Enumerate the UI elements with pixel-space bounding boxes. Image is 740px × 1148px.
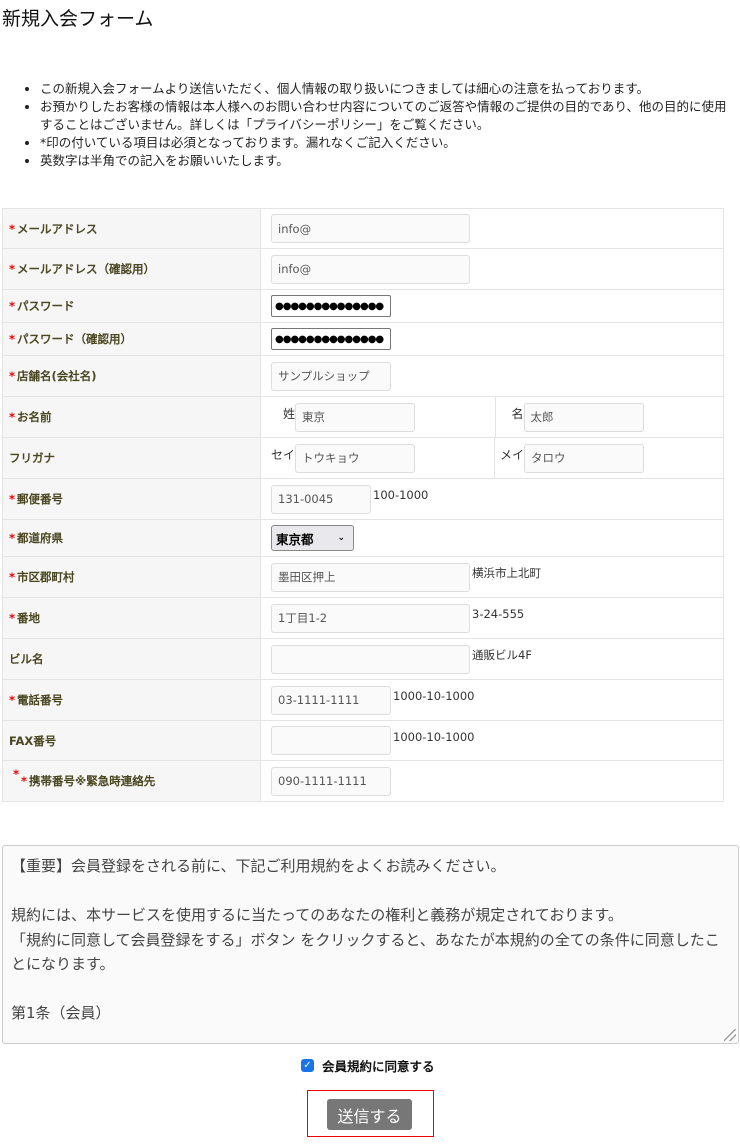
sei-kana-label: セイ: [271, 447, 296, 462]
zip-label: 郵便番号: [17, 492, 64, 506]
fax-label: FAX番号: [9, 733, 57, 748]
email-label: メールアドレス: [17, 221, 98, 236]
building-hint: 通販ビル4F: [472, 648, 532, 662]
prefecture-select[interactable]: 東京都 ⌄: [271, 525, 354, 551]
row-pref: * 都道府県 東京都 ⌄: [3, 520, 723, 557]
addr-hint: 3-24-555: [472, 607, 525, 621]
mobile-input[interactable]: 090-1111-1111: [271, 766, 391, 796]
resize-grip-icon[interactable]: [724, 1029, 736, 1041]
required-mark: *: [9, 221, 16, 236]
page-title: 新規入会フォーム: [2, 8, 154, 30]
submit-button[interactable]: 送信する: [327, 1099, 412, 1130]
city-hint: 横浜市上北町: [472, 566, 541, 580]
first-name-input[interactable]: 太郎: [523, 402, 644, 432]
row-kana: フリガナ セイ トウキョウ メイ タロウ: [3, 438, 723, 479]
email-confirm-input[interactable]: info@: [271, 254, 470, 284]
chevron-down-icon: ⌄: [337, 533, 345, 543]
first-name-kana-input[interactable]: タロウ: [524, 443, 645, 473]
required-mark: *: [9, 570, 16, 584]
row-password-confirm: * パスワード（確認用） ●●●●●●●●●●●●●●: [3, 323, 723, 356]
row-password: * パスワード ●●●●●●●●●●●●●●: [3, 290, 723, 323]
tel-label: 電話番号: [17, 693, 64, 707]
row-shop: * 店舗名(会社名) サンプルショップ: [3, 356, 723, 397]
shop-label: 店舗名(会社名): [17, 369, 97, 383]
required-mark: *: [9, 693, 16, 707]
building-input[interactable]: [271, 644, 470, 674]
mobile-label: 携帯番号※緊急時連絡先: [29, 774, 156, 788]
sei-label: 姓: [283, 406, 296, 421]
city-input[interactable]: 墨田区押上: [271, 562, 470, 592]
address-input[interactable]: 1丁目1-2: [271, 603, 470, 633]
submit-highlight: 送信する: [307, 1090, 434, 1137]
row-name: * お名前 姓東京 名太郎: [3, 397, 723, 438]
email-input[interactable]: info@: [271, 214, 470, 243]
zip-input[interactable]: 131-0045: [271, 484, 371, 514]
required-mark: *: [13, 767, 20, 781]
row-fax: FAX番号 1000-10-1000: [3, 721, 723, 761]
kana-label: フリガナ: [9, 451, 55, 465]
note: *印の付いている項目は必須となっております。漏れなくご記入ください。: [40, 134, 738, 152]
required-mark: *: [9, 410, 16, 424]
required-mark: *: [9, 611, 16, 625]
row-tel: * 電話番号 03-1111-1111 1000-10-1000: [3, 680, 723, 721]
city-label: 市区郡町村: [17, 570, 75, 584]
email-confirm-label: メールアドレス（確認用）: [17, 262, 156, 276]
note: 英数字は半角での記入をお願いいたします。: [40, 152, 738, 170]
required-mark: *: [21, 774, 28, 788]
note: この新規入会フォームより送信いただく、個人情報の取り扱いにつきましては細心の注意…: [40, 80, 738, 98]
required-mark: *: [9, 332, 16, 346]
row-mobile: * * 携帯番号※緊急時連絡先 090-1111-1111: [3, 761, 723, 802]
password-label: パスワード: [17, 299, 75, 313]
required-mark: *: [9, 492, 16, 506]
building-label: ビル名: [9, 652, 44, 666]
form-table: * メールアドレス info@ * メールアドレス（確認用） info@ * パスワード ●…: [2, 208, 724, 802]
checkbox-checked-icon[interactable]: ✓: [301, 1059, 314, 1072]
password-input[interactable]: ●●●●●●●●●●●●●●: [271, 295, 391, 317]
notes-list: この新規入会フォームより送信いただく、個人情報の取り扱いにつきましては細心の注意…: [26, 80, 738, 170]
shop-input[interactable]: サンプルショップ: [271, 361, 391, 391]
required-mark: *: [9, 531, 16, 545]
password-confirm-input[interactable]: ●●●●●●●●●●●●●●: [271, 328, 391, 350]
agree-label[interactable]: 会員規約に同意する: [322, 1056, 435, 1075]
password-confirm-label: パスワード（確認用）: [17, 332, 133, 346]
tel-hint: 1000-10-1000: [393, 689, 475, 703]
terms-textarea[interactable]: 【重要】会員登録をされる前に、下記ご利用規約をよくお読みください。 規約には、本…: [2, 845, 739, 1044]
zip-hint: 100-1000: [373, 488, 429, 502]
agree-checkbox-row[interactable]: ✓ 会員規約に同意する: [301, 1056, 435, 1075]
tel-input[interactable]: 03-1111-1111: [271, 685, 391, 715]
row-city: * 市区郡町村 墨田区押上 横浜市上北町: [3, 557, 723, 598]
name-label: お名前: [17, 410, 52, 424]
last-name-input[interactable]: 東京: [295, 402, 416, 432]
row-email: * メールアドレス info@: [3, 209, 723, 249]
row-building: ビル名 通販ビル4F: [3, 639, 723, 680]
fax-hint: 1000-10-1000: [393, 729, 475, 744]
pref-label: 都道府県: [17, 531, 64, 545]
note: お預かりしたお客様の情報は本人様へのお問い合わせ内容についてのご返答や情報のご提…: [40, 98, 738, 134]
prefecture-value: 東京都: [276, 531, 314, 547]
fax-input[interactable]: [271, 726, 391, 755]
addr-label: 番地: [17, 611, 41, 625]
mei-kana-label: メイ: [500, 447, 525, 462]
required-mark: *: [9, 262, 16, 276]
required-mark: *: [9, 369, 16, 383]
row-zip: * 郵便番号 131-0045 100-1000: [3, 479, 723, 520]
mei-label: 名: [511, 406, 524, 421]
terms-text: 【重要】会員登録をされる前に、下記ご利用規約をよくお読みください。 規約には、本…: [11, 857, 720, 1022]
required-mark: *: [9, 299, 16, 313]
row-email-confirm: * メールアドレス（確認用） info@: [3, 249, 723, 290]
row-addr: * 番地 1丁目1-2 3-24-555: [3, 598, 723, 639]
last-name-kana-input[interactable]: トウキョウ: [295, 443, 416, 473]
